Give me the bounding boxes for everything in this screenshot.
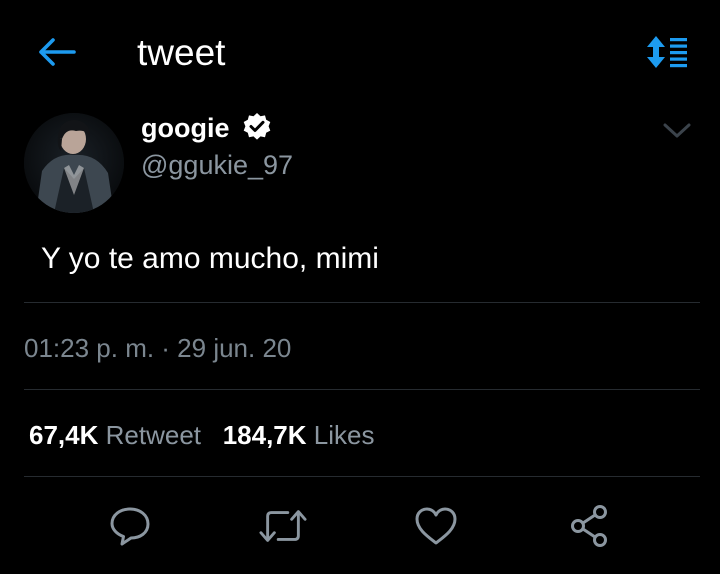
author-avatar[interactable] [24,113,124,213]
tweet-text: Y yo te amo mucho, mimi [41,242,379,275]
heart-icon [415,507,457,545]
share-icon [571,505,607,547]
back-button[interactable] [34,34,78,70]
sort-toggle-button[interactable] [644,34,690,70]
share-button[interactable] [566,502,614,550]
reply-button[interactable] [106,502,154,550]
arrow-left-icon [39,38,76,66]
divider [24,302,700,303]
divider [24,389,700,390]
engagement-stats: 67,4K Retweet 184,7K Likes [29,418,374,452]
page-title: tweet [137,32,226,73]
retweets-label: Retweet [105,420,202,450]
retweet-icon [259,510,307,542]
divider [24,476,700,477]
author-name[interactable]: googie [141,111,230,145]
likes-count: 184,7K [222,420,307,450]
chevron-down-icon [663,123,691,138]
verified-badge-icon [242,112,272,142]
author-handle[interactable]: @ggukie_97 [141,148,293,182]
likes-stat[interactable]: 184,7K Likes [223,418,375,452]
top-app-bar: tweet [0,0,720,100]
avatar-photo [24,113,124,213]
retweets-count: 67,4K [29,420,99,450]
retweet-button[interactable] [259,502,307,550]
retweets-stat[interactable]: 67,4K Retweet [29,418,201,452]
more-options-button[interactable] [656,114,698,148]
like-button[interactable] [412,502,460,550]
likes-label: Likes [313,420,375,450]
sort-toggle-icon [647,36,687,68]
tweet-timestamp: 01:23 p. m. · 29 jun. 20 [24,333,292,363]
comment-icon [110,507,150,546]
